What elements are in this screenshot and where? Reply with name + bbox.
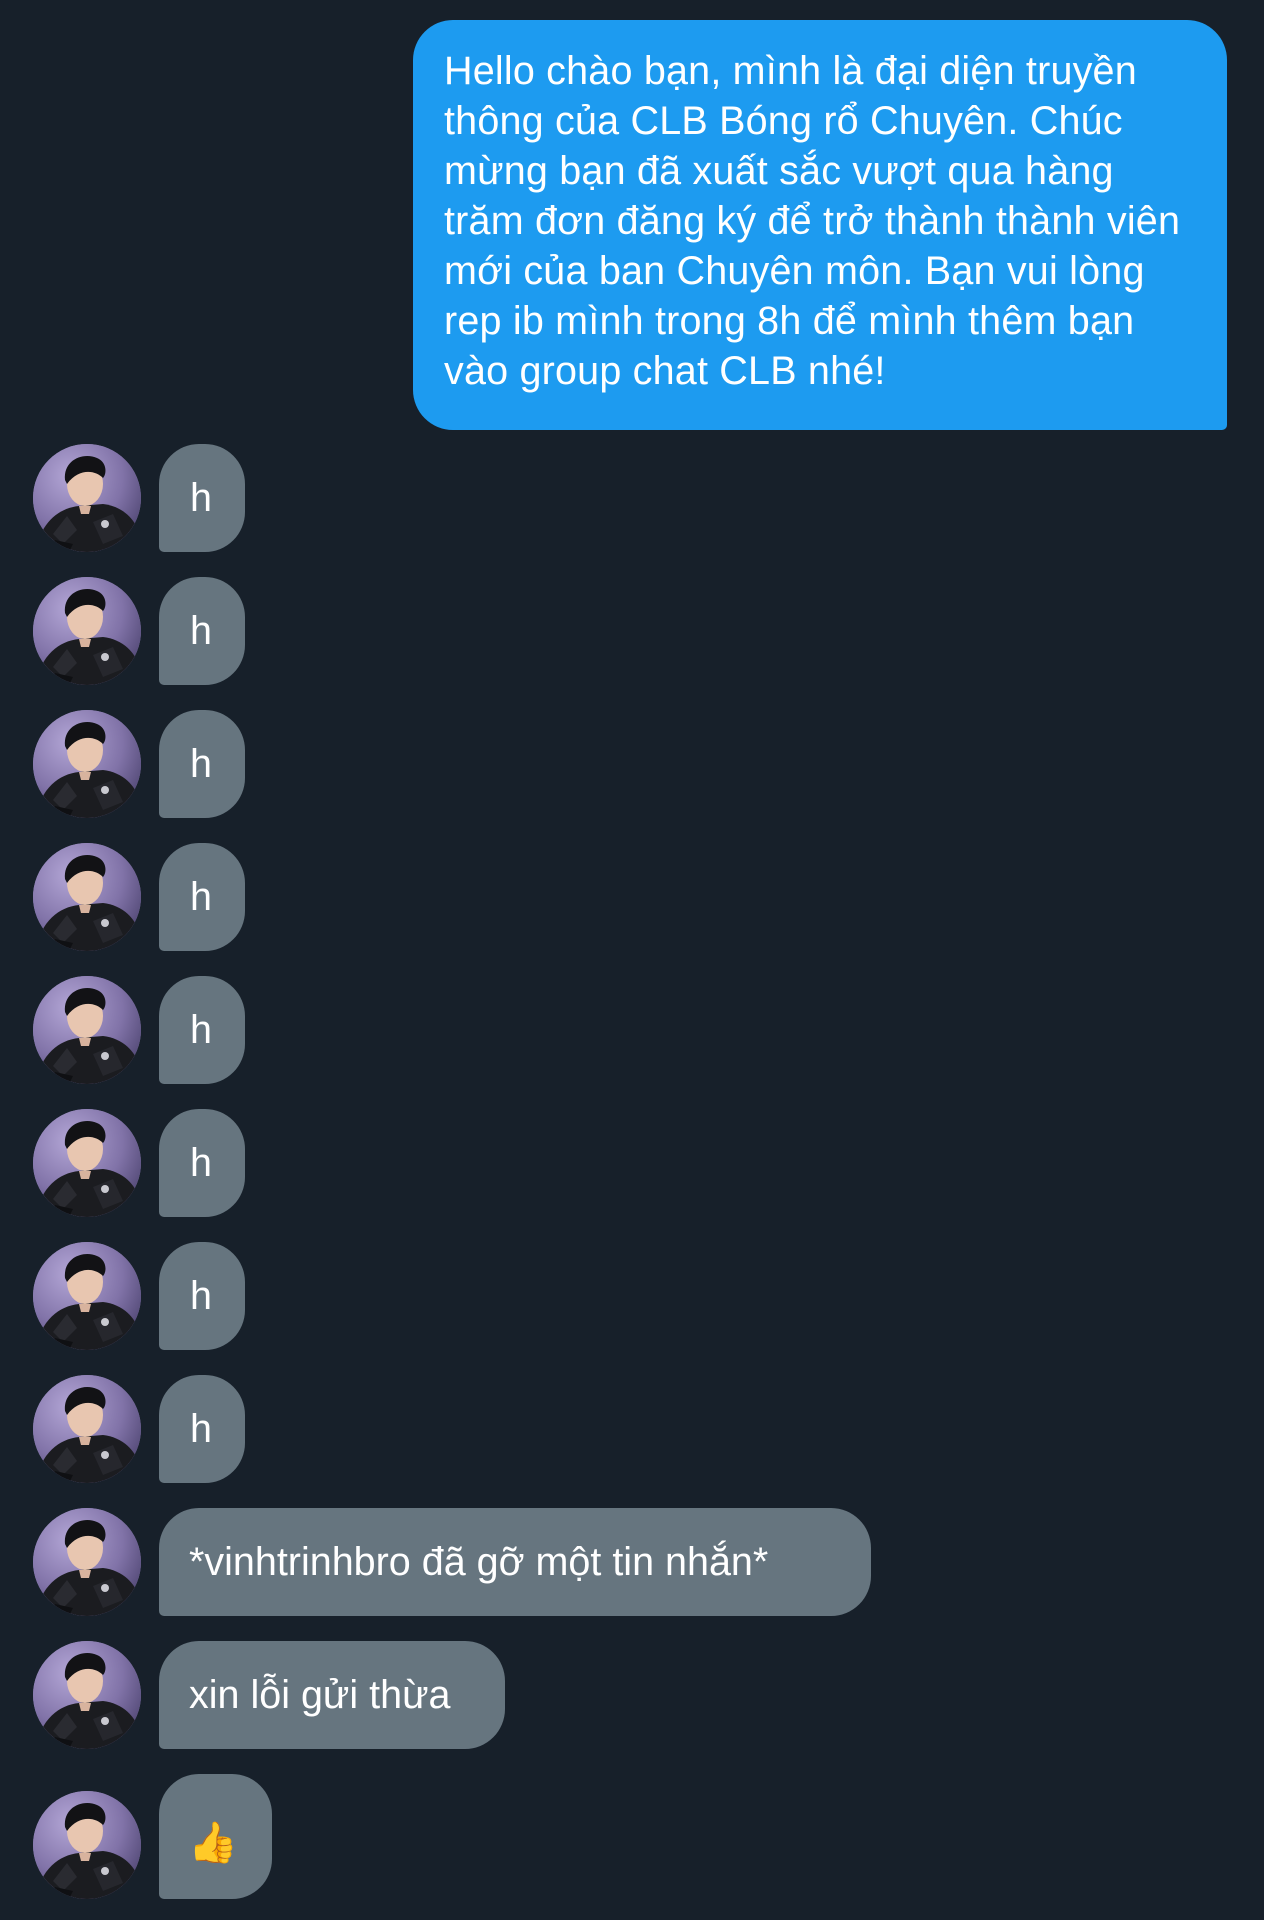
received-message-bubble[interactable]: h (159, 1375, 245, 1483)
received-message-row: h (0, 1109, 1264, 1219)
received-message-text: h (190, 1407, 212, 1451)
received-message-text: *vinhtrinhbro đã gỡ một tin nhắn* (189, 1540, 769, 1584)
received-message-row: h (0, 444, 1264, 554)
avatar[interactable] (33, 1109, 141, 1217)
received-message-bubble[interactable]: xin lỗi gửi thừa (159, 1641, 505, 1749)
received-message-row: h (0, 577, 1264, 687)
received-message-row: h (0, 976, 1264, 1086)
received-message-bubble[interactable]: h (159, 976, 245, 1084)
received-message-row: h (0, 843, 1264, 953)
received-message-text: h (190, 1008, 212, 1052)
received-message-row: h (0, 1242, 1264, 1352)
avatar[interactable] (33, 1791, 141, 1899)
received-message-text: h (190, 609, 212, 653)
received-message-row: h (0, 710, 1264, 820)
avatar[interactable] (33, 843, 141, 951)
received-message-bubble[interactable]: h (159, 444, 245, 552)
received-message-bubble[interactable]: h (159, 577, 245, 685)
received-message-text: h (190, 1274, 212, 1318)
chat-thread: Hello chào bạn, mình là đại diện truyền … (0, 0, 1264, 1920)
avatar[interactable] (33, 444, 141, 552)
received-message-bubble[interactable]: 👍 (159, 1774, 272, 1899)
avatar[interactable] (33, 1242, 141, 1350)
avatar[interactable] (33, 1641, 141, 1749)
received-message-bubble[interactable]: h (159, 1109, 245, 1217)
received-message-bubble[interactable]: h (159, 843, 245, 951)
sent-message-bubble[interactable]: Hello chào bạn, mình là đại diện truyền … (413, 20, 1227, 430)
thumbs-up-emoji: 👍 (188, 1821, 238, 1865)
received-message-bubble[interactable]: h (159, 710, 245, 818)
received-message-bubble[interactable]: *vinhtrinhbro đã gỡ một tin nhắn* (159, 1508, 871, 1616)
avatar[interactable] (33, 1375, 141, 1483)
avatar[interactable] (33, 577, 141, 685)
received-message-text: xin lỗi gửi thừa (189, 1673, 451, 1717)
avatar[interactable] (33, 710, 141, 818)
avatar[interactable] (33, 1508, 141, 1616)
avatar[interactable] (33, 976, 141, 1084)
received-message-text: h (190, 742, 212, 786)
received-message-row: h (0, 1375, 1264, 1485)
received-message-row: xin lỗi gửi thừa (0, 1641, 1264, 1751)
received-message-bubble[interactable]: h (159, 1242, 245, 1350)
received-message-text: h (190, 1141, 212, 1185)
received-message-text: h (190, 875, 212, 919)
received-message-text: h (190, 476, 212, 520)
received-message-row: 👍 (0, 1774, 1264, 1899)
sent-message-text: Hello chào bạn, mình là đại diện truyền … (444, 49, 1181, 393)
received-message-row: *vinhtrinhbro đã gỡ một tin nhắn* (0, 1508, 1264, 1618)
